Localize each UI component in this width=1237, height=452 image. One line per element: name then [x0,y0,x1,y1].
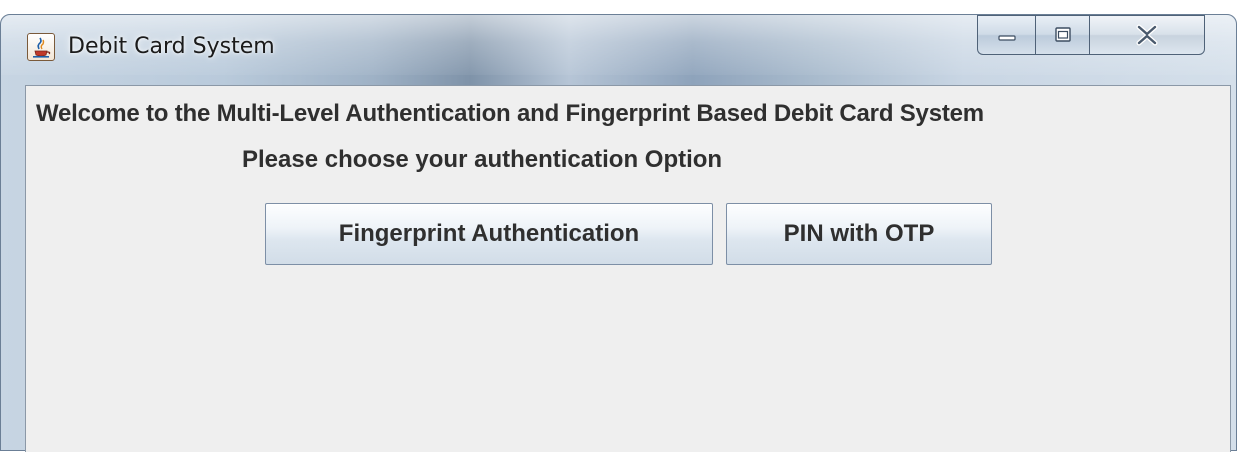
welcome-label: Welcome to the Multi-Level Authenticatio… [36,100,984,127]
fingerprint-authentication-button[interactable]: Fingerprint Authentication [265,203,713,265]
authentication-prompt-label: Please choose your authentication Option [242,146,723,173]
maximize-icon [1054,27,1071,42]
content-panel: Welcome to the Multi-Level Authenticatio… [25,85,1231,452]
minimize-icon [997,35,1016,41]
caption-buttons [977,15,1205,55]
minimize-button[interactable] [977,15,1035,55]
java-cup-icon[interactable] [27,33,55,61]
window-title: Debit Card System [68,34,275,59]
title-bar[interactable]: Debit Card System [1,15,1236,75]
pin-with-otp-button[interactable]: PIN with OTP [726,203,992,265]
close-button[interactable] [1089,15,1205,55]
app-window: Debit Card System Welcome to the Multi-L… [0,14,1237,452]
close-icon [1136,24,1158,46]
maximize-button[interactable] [1035,15,1089,55]
